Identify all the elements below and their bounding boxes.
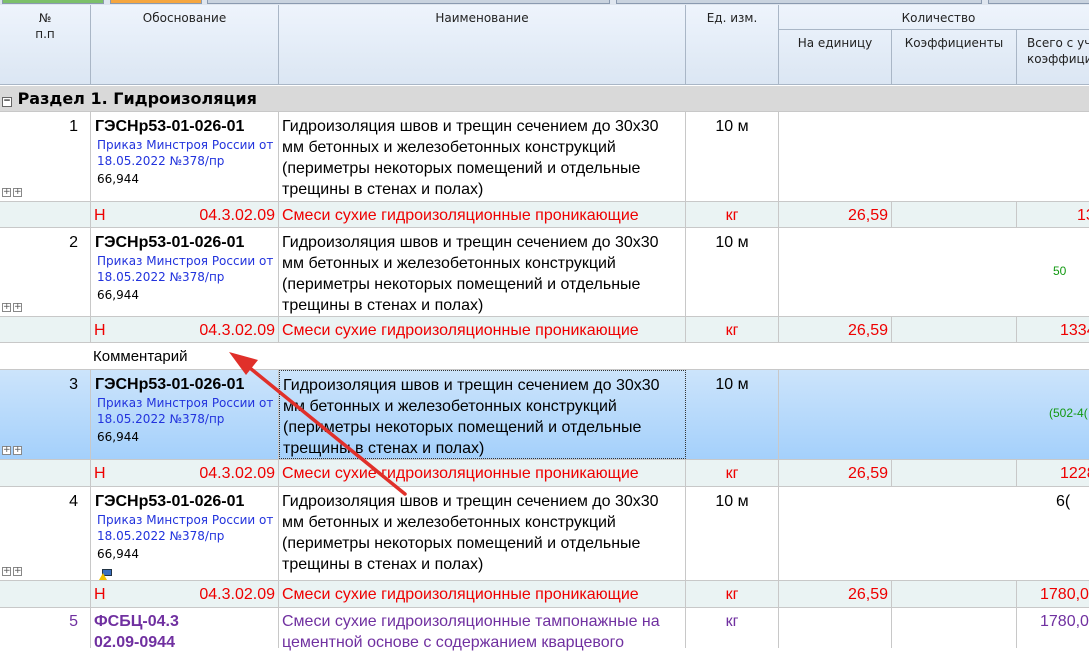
- annotation-arrow: [229, 352, 407, 496]
